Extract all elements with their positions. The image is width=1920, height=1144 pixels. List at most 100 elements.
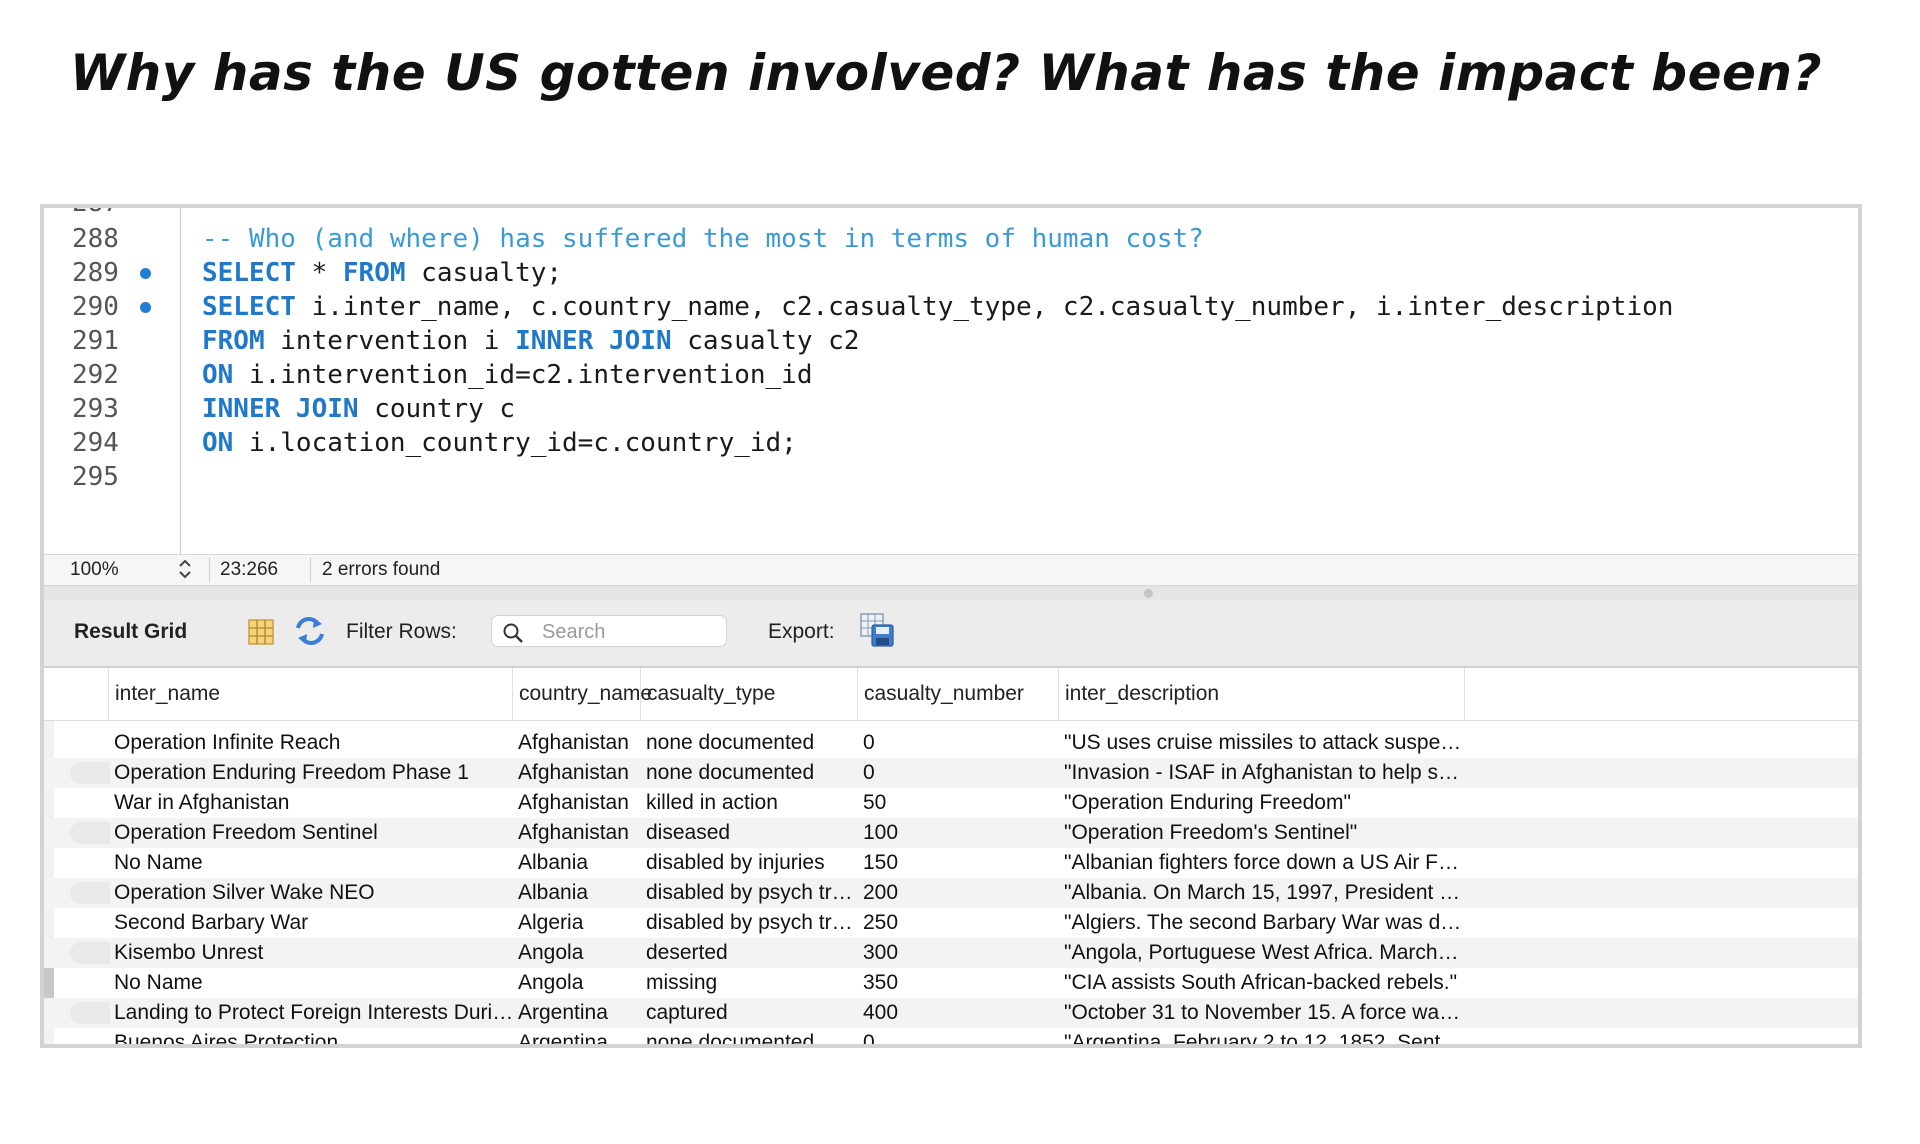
sql-text: i.inter_name, c.country_name, c2.casualt…: [295, 292, 1674, 322]
cell-inter-name[interactable]: No Name: [108, 848, 518, 878]
table-row[interactable]: Second Barbary War Algeria disabled by psy…: [44, 908, 1858, 938]
column-header-casualty-number[interactable]: casualty_number: [857, 668, 1057, 720]
cell-casualty-number[interactable]: 400: [857, 998, 1057, 1028]
cell-inter-description[interactable]: "CIA assists South African-backed rebels…: [1058, 968, 1463, 998]
cell-casualty-number[interactable]: 200: [857, 878, 1057, 908]
grid-header: inter_name country_name casualty_type casua…: [44, 668, 1858, 721]
cell-country-name[interactable]: Albania: [512, 878, 640, 908]
cell-inter-name[interactable]: Buenos Aires Protection: [108, 1028, 518, 1044]
row-selector[interactable]: [70, 1002, 110, 1024]
sql-text: country c: [358, 394, 516, 424]
refresh-icon[interactable]: [294, 616, 326, 652]
cell-inter-name[interactable]: Operation Freedom Sentinel: [108, 818, 518, 848]
error-count[interactable]: 2 errors found: [322, 559, 440, 581]
cell-inter-name[interactable]: Second Barbary War: [108, 908, 518, 938]
table-row[interactable]: Operation Silver Wake NEO Albania disabled…: [44, 878, 1858, 908]
cell-inter-name[interactable]: Operation Infinite Reach: [108, 728, 518, 758]
table-row[interactable]: Operation Enduring Freedom Phase 1 Afghan…: [44, 758, 1858, 788]
cell-casualty-number[interactable]: 0: [857, 758, 1057, 788]
cell-inter-description[interactable]: "Albanian fighters force down a US Air F…: [1058, 848, 1463, 878]
cell-casualty-number[interactable]: 150: [857, 848, 1057, 878]
cell-casualty-type[interactable]: diseased: [640, 818, 857, 848]
cell-casualty-number[interactable]: 250: [857, 908, 1057, 938]
cell-country-name[interactable]: Angola: [512, 968, 640, 998]
column-header-casualty-type[interactable]: casualty_type: [640, 668, 857, 720]
table-row[interactable]: Kisembo Unrest Angola deserted 300 "Angola, …: [44, 938, 1858, 968]
sql-keyword: SELECT: [202, 258, 296, 288]
cell-inter-description[interactable]: "Invasion - ISAF in Afghanistan to help …: [1058, 758, 1463, 788]
cell-inter-description[interactable]: "Algiers. The second Barbary War was dec…: [1058, 908, 1463, 938]
row-selector[interactable]: [70, 942, 110, 964]
column-header-country-name[interactable]: country_name: [512, 668, 652, 720]
cell-country-name[interactable]: Afghanistan: [512, 818, 640, 848]
search-input[interactable]: [540, 619, 724, 645]
cell-casualty-type[interactable]: deserted: [640, 938, 857, 968]
zoom-stepper-icon[interactable]: [178, 558, 192, 585]
pane-splitter[interactable]: [44, 586, 1858, 600]
filter-search-box[interactable]: [491, 615, 727, 647]
cell-inter-description[interactable]: "Angola, Portuguese West Africa. March 1…: [1058, 938, 1463, 968]
table-row[interactable]: Landing to Protect Foreign Interests Dur…: [44, 998, 1858, 1028]
column-header-inter-name[interactable]: inter_name: [108, 668, 508, 720]
cell-casualty-type[interactable]: killed in action: [640, 788, 857, 818]
cell-inter-description[interactable]: "Operation Enduring Freedom": [1058, 788, 1463, 818]
table-row[interactable]: No Name Angola missing 350 "CIA assists Sout…: [44, 968, 1858, 998]
cell-casualty-number[interactable]: 100: [857, 818, 1057, 848]
cell-inter-description[interactable]: "Argentina. February 2 to 12, 1852. Sent…: [1058, 1028, 1463, 1044]
cell-country-name[interactable]: Angola: [512, 938, 640, 968]
sql-text: intervention i: [264, 326, 516, 356]
result-grid-label[interactable]: Result Grid: [74, 620, 187, 644]
cell-inter-name[interactable]: Operation Silver Wake NEO: [108, 878, 518, 908]
cell-inter-name[interactable]: Kisembo Unrest: [108, 938, 518, 968]
column-header-inter-description[interactable]: inter_description: [1058, 668, 1463, 720]
cell-casualty-number[interactable]: 0: [857, 1028, 1057, 1044]
cell-casualty-type[interactable]: disabled by injuries: [640, 848, 857, 878]
cell-casualty-type[interactable]: disabled by psych trauma: [640, 878, 857, 908]
export-save-icon[interactable]: [859, 612, 895, 654]
table-row[interactable]: Buenos Aires Protection Argentina none doc…: [44, 1028, 1858, 1044]
cell-country-name[interactable]: Albania: [512, 848, 640, 878]
row-selector[interactable]: [70, 822, 110, 844]
table-row[interactable]: Operation Freedom Sentinel Afghanistan dis…: [44, 818, 1858, 848]
table-row[interactable]: War in Afghanistan Afghanistan killed in a…: [44, 788, 1858, 818]
table-row[interactable]: Operation Infinite Reach Afghanistan none …: [44, 728, 1858, 758]
cell-casualty-type[interactable]: none documented: [640, 1028, 857, 1044]
cursor-position: 23:266: [220, 559, 279, 580]
cell-inter-name[interactable]: Landing to Protect Foreign Interests Dur…: [108, 998, 518, 1028]
cell-inter-name[interactable]: Operation Enduring Freedom Phase 1: [108, 758, 518, 788]
cell-casualty-number[interactable]: 350: [857, 968, 1057, 998]
code-line[interactable]: 295: [44, 456, 1858, 498]
cell-casualty-type[interactable]: disabled by psych trauma: [640, 908, 857, 938]
cell-casualty-type[interactable]: none documented: [640, 728, 857, 758]
cell-inter-description[interactable]: "US uses cruise missiles to attack suspe…: [1058, 728, 1463, 758]
cell-country-name[interactable]: Afghanistan: [512, 758, 640, 788]
cell-country-name[interactable]: Afghanistan: [512, 728, 640, 758]
cell-casualty-number[interactable]: 50: [857, 788, 1057, 818]
statement-marker-icon[interactable]: [140, 302, 151, 313]
cell-inter-description[interactable]: "Operation Freedom's Sentinel": [1058, 818, 1463, 848]
sql-editor[interactable]: 287288-- Who (and where) has suffered th…: [44, 208, 1858, 554]
cell-country-name[interactable]: Argentina: [512, 998, 640, 1028]
result-grid[interactable]: inter_name country_name casualty_type casua…: [44, 668, 1858, 1044]
zoom-level[interactable]: 100%: [70, 559, 119, 581]
cell-country-name[interactable]: Afghanistan: [512, 788, 640, 818]
cell-casualty-number[interactable]: 0: [857, 728, 1057, 758]
cell-casualty-type[interactable]: captured: [640, 998, 857, 1028]
cell-casualty-type[interactable]: none documented: [640, 758, 857, 788]
cell-inter-name[interactable]: No Name: [108, 968, 518, 998]
cell-inter-name[interactable]: War in Afghanistan: [108, 788, 518, 818]
cell-casualty-number[interactable]: 300: [857, 938, 1057, 968]
cell-casualty-type[interactable]: missing: [640, 968, 857, 998]
grid-layout-icon[interactable]: [248, 618, 274, 652]
status-separator: [209, 557, 210, 583]
cell-inter-description[interactable]: "October 31 to November 15. A force was …: [1058, 998, 1463, 1028]
row-selector[interactable]: [70, 882, 110, 904]
row-selector[interactable]: [70, 762, 110, 784]
splitter-handle-icon[interactable]: [1144, 589, 1153, 598]
cell-inter-description[interactable]: "Albania. On March 15, 1997, President C…: [1058, 878, 1463, 908]
statement-marker-icon[interactable]: [140, 268, 151, 279]
search-icon: [502, 622, 524, 650]
table-row[interactable]: No Name Albania disabled by injuries 150 "Al…: [44, 848, 1858, 878]
cell-country-name[interactable]: Algeria: [512, 908, 640, 938]
cell-country-name[interactable]: Argentina: [512, 1028, 640, 1044]
